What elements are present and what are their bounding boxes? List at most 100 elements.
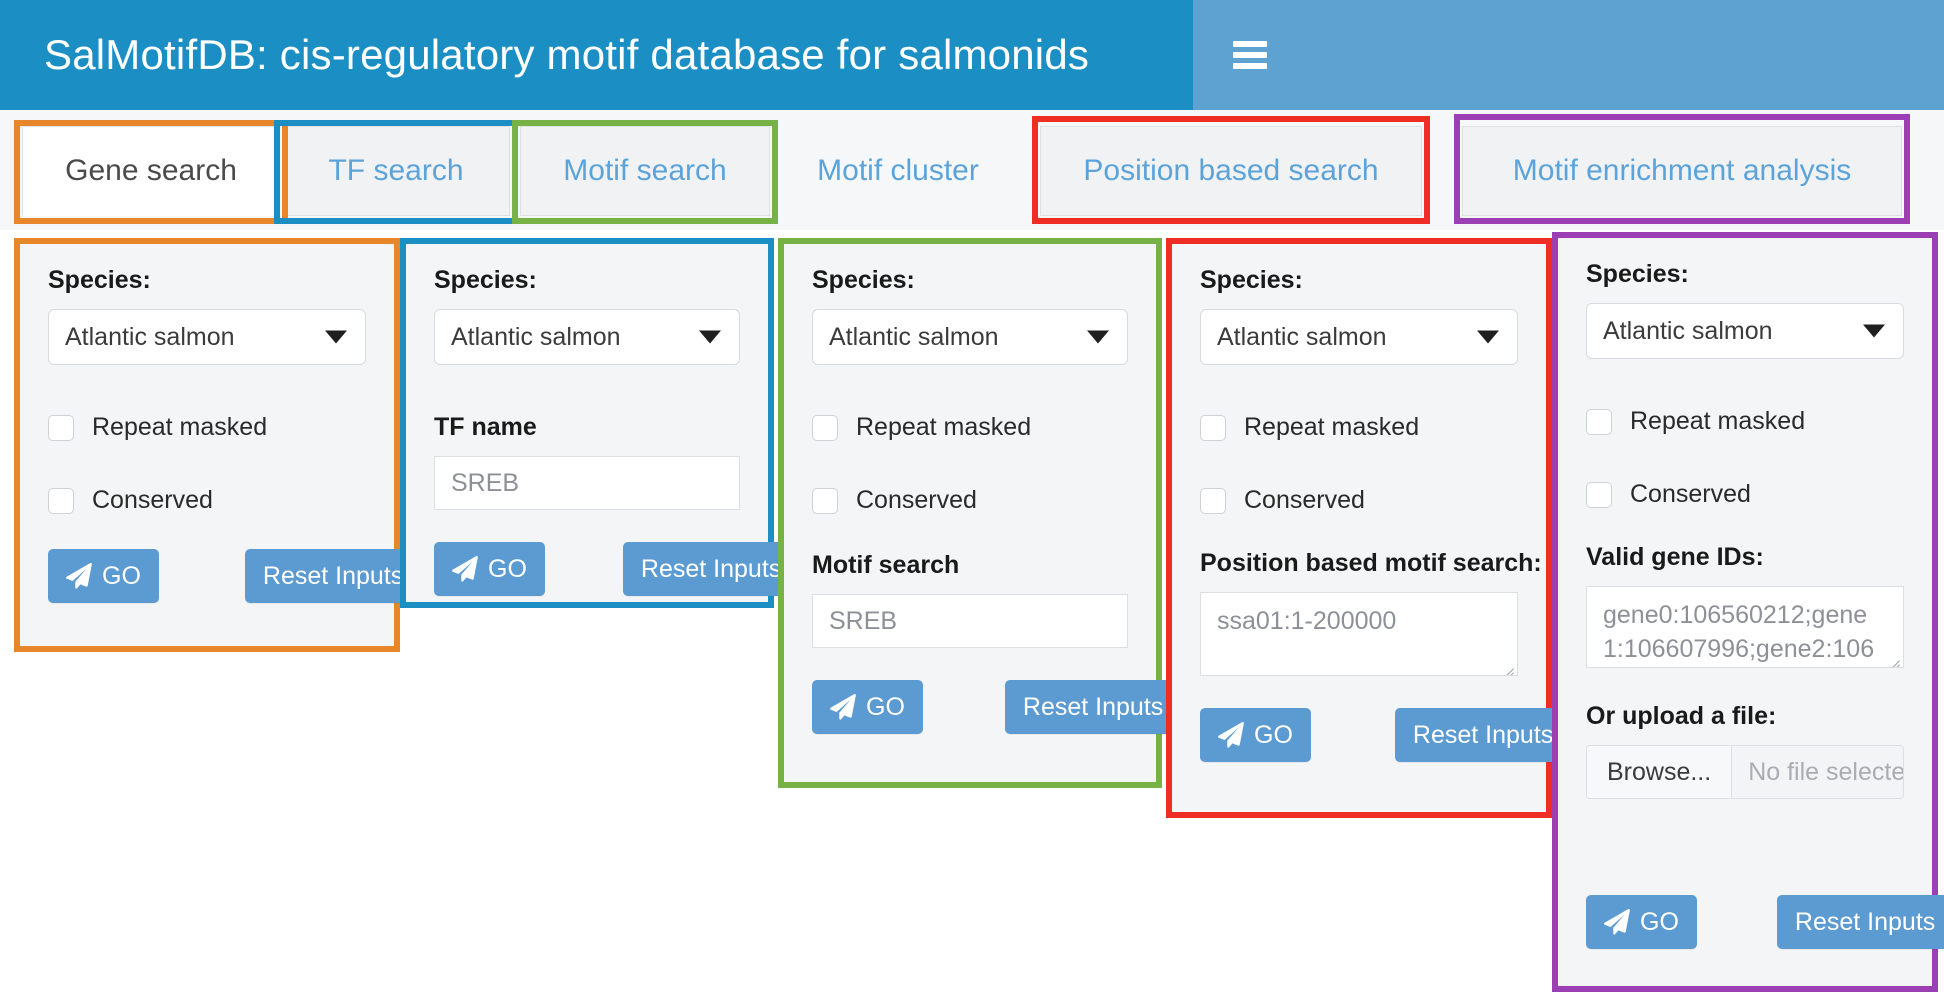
enrichment-conserved-checkbox[interactable] (1586, 481, 1612, 508)
resize-handle-icon[interactable] (1884, 649, 1900, 665)
gene-search-reset-button[interactable]: Reset Inputs (244, 549, 422, 603)
enrichment-go-label: GO (1640, 907, 1679, 936)
enrichment-conserved-label: Conserved (1630, 480, 1751, 508)
panel-motif-enrichment: Species: Atlantic salmon Repeat masked C… (1552, 232, 1944, 992)
enrichment-repeat-masked-label: Repeat masked (1630, 407, 1806, 435)
tf-search-go-button[interactable]: GO (434, 542, 545, 596)
browse-button[interactable]: Browse... (1587, 746, 1733, 798)
enrichment-go-button[interactable]: GO (1586, 895, 1697, 949)
enrichment-reset-button[interactable]: Reset Inputs (1776, 895, 1944, 949)
panel-motif-search: Species: Atlantic salmon Repeat masked C… (778, 238, 1182, 788)
enrichment-repeat-masked-checkbox[interactable] (1586, 408, 1612, 435)
tab-position-based-search-label: Position based search (1083, 154, 1379, 187)
resize-handle-icon[interactable] (1498, 657, 1514, 673)
gene-search-go-label: GO (102, 561, 141, 590)
enrichment-species-label: Species: (1586, 260, 1689, 288)
tab-position-based-search[interactable]: Position based search (1040, 126, 1422, 216)
position-search-button-row: GO Reset Inputs (1200, 708, 1572, 762)
motif-search-repeat-masked-label: Repeat masked (856, 413, 1032, 441)
caret-down-icon (325, 330, 347, 344)
tab-tf-search[interactable]: TF search (282, 126, 510, 216)
motif-search-repeat-masked-checkbox[interactable] (812, 414, 838, 441)
tf-search-species-select[interactable]: Atlantic salmon (434, 309, 740, 365)
caret-down-icon (1477, 330, 1499, 344)
position-search-species-select[interactable]: Atlantic salmon (1200, 309, 1518, 365)
gene-search-conserved-checkbox[interactable] (48, 487, 74, 514)
paper-plane-icon (1604, 909, 1630, 935)
gene-search-repeat-masked-label: Repeat masked (92, 413, 268, 441)
position-search-reset-button[interactable]: Reset Inputs (1394, 708, 1572, 762)
tab-gene-search[interactable]: Gene search (22, 126, 280, 216)
tab-motif-search[interactable]: Motif search (520, 126, 770, 216)
tab-gene-search-label: Gene search (65, 154, 237, 187)
position-search-go-button[interactable]: GO (1200, 708, 1311, 762)
tf-name-input-placeholder: SREB (451, 468, 520, 497)
position-search-textarea[interactable]: ssa01:1-200000 (1200, 592, 1518, 676)
tf-search-go-label: GO (488, 554, 527, 583)
tf-search-button-row: GO Reset Inputs (434, 542, 800, 596)
motif-search-conserved-row[interactable]: Conserved (812, 486, 1128, 515)
hamburger-menu-icon[interactable] (1233, 41, 1267, 69)
selected-file-name-text: No file selected (1748, 757, 1903, 786)
gene-search-conserved-label: Conserved (92, 486, 213, 514)
tf-name-input[interactable]: SREB (434, 456, 740, 510)
gene-search-species-select[interactable]: Atlantic salmon (48, 309, 366, 365)
hamburger-bar-1 (1233, 41, 1267, 47)
position-search-conserved-checkbox[interactable] (1200, 487, 1226, 514)
gene-search-reset-label: Reset Inputs (262, 561, 404, 590)
position-search-conserved-row[interactable]: Conserved (1200, 486, 1518, 515)
enrichment-reset-label: Reset Inputs (1794, 907, 1936, 936)
panel-position-based-search: Species: Atlantic salmon Repeat masked C… (1166, 238, 1572, 818)
brand-zone: SalMotifDB: cis-regulatory motif databas… (0, 0, 1193, 110)
motif-search-input[interactable]: SREB (812, 594, 1128, 648)
panel-tf-search: Species: Atlantic salmon TF name SREB GO… (400, 238, 800, 608)
enrichment-button-row: GO Reset Inputs (1586, 895, 1944, 949)
caret-down-icon (699, 330, 721, 344)
position-search-repeat-masked-checkbox[interactable] (1200, 414, 1226, 441)
position-search-conserved-label: Conserved (1244, 486, 1365, 514)
gene-search-button-row: GO Reset Inputs (48, 549, 422, 603)
tf-search-species-label: Species: (434, 266, 537, 294)
paper-plane-icon (66, 563, 92, 589)
position-search-species-value: Atlantic salmon (1217, 322, 1387, 351)
gene-search-go-button[interactable]: GO (48, 549, 159, 603)
gene-search-conserved-row[interactable]: Conserved (48, 486, 366, 515)
tab-motif-cluster[interactable]: Motif cluster (790, 126, 1006, 216)
position-search-textarea-placeholder: ssa01:1-200000 (1217, 607, 1397, 635)
motif-search-species-label: Species: (812, 266, 915, 294)
hamburger-bar-2 (1233, 52, 1267, 58)
tab-motif-enrichment-analysis[interactable]: Motif enrichment analysis (1462, 126, 1902, 216)
tab-strip: Gene search TF search Motif search Motif… (0, 110, 1944, 230)
motif-search-species-select[interactable]: Atlantic salmon (812, 309, 1128, 365)
motif-search-conserved-checkbox[interactable] (812, 487, 838, 514)
caret-down-icon (1087, 330, 1109, 344)
navbar-right-zone (1193, 0, 1944, 110)
enrichment-file-input[interactable]: Browse... No file selected (1586, 745, 1904, 799)
caret-down-icon (1863, 324, 1885, 338)
browse-button-label: Browse... (1607, 757, 1712, 786)
enrichment-upload-label: Or upload a file: (1586, 702, 1777, 730)
enrichment-species-value: Atlantic salmon (1603, 316, 1773, 345)
panel-gene-search: Species: Atlantic salmon Repeat masked C… (14, 238, 422, 652)
tf-search-reset-button[interactable]: Reset Inputs (622, 542, 800, 596)
enrichment-gene-ids-placeholder: gene0:106560212;gene1:106607996;gene2:10… (1603, 601, 1875, 663)
enrichment-gene-ids-textarea[interactable]: gene0:106560212;gene1:106607996;gene2:10… (1586, 586, 1904, 668)
motif-search-button-row: GO Reset Inputs (812, 680, 1182, 734)
paper-plane-icon (452, 556, 478, 582)
enrichment-conserved-row[interactable]: Conserved (1586, 480, 1904, 509)
motif-search-reset-button[interactable]: Reset Inputs (1004, 680, 1182, 734)
motif-search-repeat-masked-row[interactable]: Repeat masked (812, 413, 1128, 442)
enrichment-repeat-masked-row[interactable]: Repeat masked (1586, 407, 1904, 436)
motif-search-input-placeholder: SREB (829, 606, 898, 635)
position-search-textarea-label: Position based motif search: (1200, 549, 1542, 577)
paper-plane-icon (830, 694, 856, 720)
gene-search-repeat-masked-row[interactable]: Repeat masked (48, 413, 366, 442)
position-search-go-label: GO (1254, 720, 1293, 749)
motif-search-go-button[interactable]: GO (812, 680, 923, 734)
selected-file-name: No file selected (1732, 746, 1903, 798)
position-search-repeat-masked-row[interactable]: Repeat masked (1200, 413, 1518, 442)
motif-search-species-value: Atlantic salmon (829, 322, 999, 351)
enrichment-species-select[interactable]: Atlantic salmon (1586, 303, 1904, 359)
gene-search-repeat-masked-checkbox[interactable] (48, 414, 74, 441)
position-search-reset-label: Reset Inputs (1412, 720, 1554, 749)
